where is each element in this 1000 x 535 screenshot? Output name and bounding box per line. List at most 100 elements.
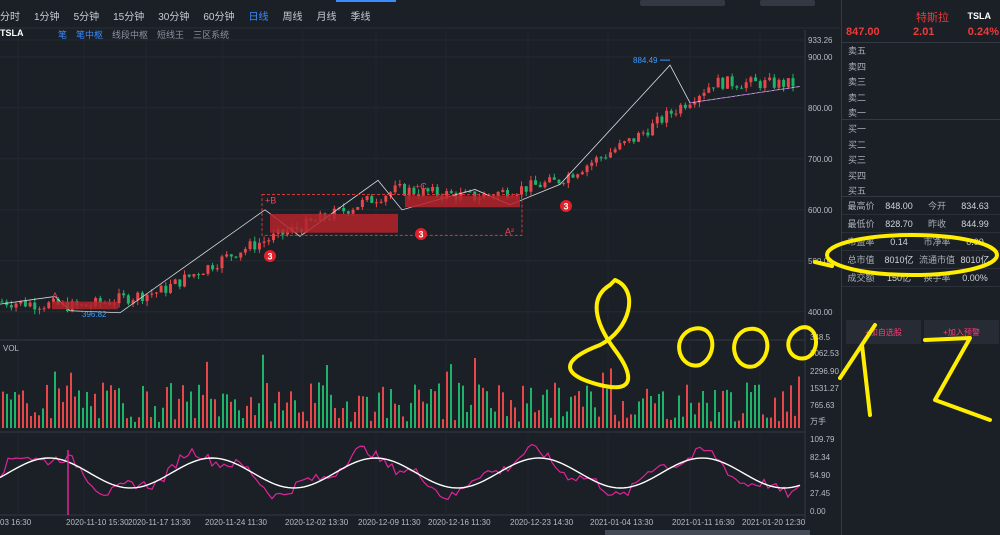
candle-body	[168, 284, 172, 293]
candle-body	[398, 183, 402, 186]
volume-bar	[410, 402, 412, 428]
volume-bar	[434, 391, 436, 428]
volume-bar	[402, 416, 404, 428]
divider	[842, 119, 1000, 120]
volume-bar	[74, 396, 76, 428]
volume-bar	[54, 371, 56, 428]
volume-bar	[130, 416, 132, 428]
label-b: +B	[265, 196, 276, 206]
ask-level-3: 卖三	[848, 77, 867, 87]
period-tab-7[interactable]: 周线	[283, 8, 303, 23]
volume-bar	[562, 416, 564, 428]
volume-bar	[598, 416, 600, 428]
add-watchlist-button[interactable]: +加自选股	[846, 320, 921, 344]
vol-axis-label: 348.5	[810, 333, 831, 342]
volume-bar	[714, 390, 716, 428]
volume-bar	[738, 420, 740, 428]
volume-bar	[350, 421, 352, 428]
volume-bar	[750, 392, 752, 428]
period-tab-5[interactable]: 60分钟	[203, 8, 234, 23]
period-tab-8[interactable]: 月线	[317, 8, 337, 23]
indicator-0[interactable]: 笔	[58, 28, 67, 41]
time-axis-label: 2020-11-10 15:30	[66, 518, 129, 527]
candle-body	[777, 79, 781, 88]
candle-body	[674, 113, 678, 115]
volume-bar	[126, 418, 128, 428]
indicator-4[interactable]: 三区系统	[193, 28, 229, 41]
candle-body	[403, 183, 407, 196]
volume-bar	[314, 402, 316, 428]
indicator-3[interactable]: 短线王	[157, 28, 184, 41]
candle-body	[763, 80, 767, 89]
candle-body	[365, 196, 369, 200]
period-tab-9[interactable]: 季线	[351, 8, 371, 23]
price-axis-label: 400.00	[808, 308, 833, 317]
period-tab-0[interactable]: 分时	[0, 8, 20, 23]
volume-bar	[794, 415, 796, 428]
volume-bar	[418, 389, 420, 428]
volume-bar	[682, 416, 684, 428]
volume-bar	[614, 414, 616, 428]
toolbar-control[interactable]	[640, 0, 725, 6]
candle-body	[594, 157, 598, 163]
candle-body	[183, 274, 187, 287]
volume-bar	[306, 420, 308, 428]
candle-body	[707, 87, 711, 93]
volume-bar	[542, 394, 544, 428]
time-scroll-thumb[interactable]	[605, 530, 810, 535]
volume-bar	[158, 421, 160, 428]
price-axis-label: 600.00	[808, 206, 833, 215]
period-tab-4[interactable]: 30分钟	[158, 8, 189, 23]
period-tab-3[interactable]: 15分钟	[113, 8, 144, 23]
volume-bar	[286, 402, 288, 428]
volume-bar	[722, 390, 724, 428]
volume-bar	[462, 385, 464, 428]
volume-bar	[118, 388, 120, 428]
kline-chart[interactable]: 933.26 900.00 800.00 700.00 600.00 500.00 400.…	[0, 0, 840, 535]
volume-bar	[250, 397, 252, 428]
candle-body	[243, 249, 247, 253]
ask-level-5: 卖五	[848, 46, 867, 56]
indicator-2[interactable]: 线段中枢	[112, 28, 148, 41]
candle-body	[426, 188, 430, 192]
stat-cell: 今开	[927, 201, 946, 211]
indicator-1[interactable]: 笔中枢	[76, 28, 103, 41]
candle-body	[768, 77, 772, 81]
period-tab-2[interactable]: 5分钟	[74, 8, 100, 23]
candle-body	[786, 78, 790, 87]
stat-row: 最高价 848.00 今开 834.63	[842, 197, 1000, 215]
label-a: A	[52, 291, 58, 301]
toolbar-control-2[interactable]	[760, 0, 815, 6]
volume-bar	[594, 407, 596, 428]
period-tab-6[interactable]: 日线	[249, 8, 269, 23]
candle-body	[637, 132, 641, 142]
osc-axis-label: 54.90	[810, 471, 831, 480]
add-alert-button[interactable]: +加入预警	[924, 320, 999, 344]
candle-body	[524, 186, 528, 192]
candle-body	[679, 104, 683, 114]
volume-bar	[550, 417, 552, 428]
candle-body	[711, 87, 715, 89]
vol-axis-label: 3062.53	[810, 349, 839, 358]
volume-bar	[190, 391, 192, 428]
candle-body	[234, 256, 238, 258]
osc-axis-label: 0.00	[810, 507, 826, 516]
period-tab-1[interactable]: 1分钟	[34, 8, 60, 23]
volume-bar	[10, 399, 12, 428]
volume-bar	[754, 384, 756, 428]
stat-row: 总市值 8010亿 流通市值 8010亿	[842, 251, 1000, 269]
volume-bar	[522, 385, 524, 428]
volume-bar	[262, 354, 264, 428]
volume-bar	[586, 385, 588, 428]
candle-body	[632, 138, 636, 142]
quote-stats: 最高价 848.00 今开 834.63 最低价 828.70 昨收 844.99 市盈率 0.1…	[842, 197, 1000, 287]
candle-body	[253, 241, 257, 250]
ask-level-1: 卖一	[848, 108, 867, 118]
buy-point-number: 3	[418, 230, 423, 240]
volume-bar	[454, 420, 456, 428]
candle-body	[669, 110, 673, 114]
volume-bar	[342, 407, 344, 428]
candle-body	[271, 233, 275, 241]
volume-bar	[678, 395, 680, 428]
volume-bar	[146, 391, 148, 428]
